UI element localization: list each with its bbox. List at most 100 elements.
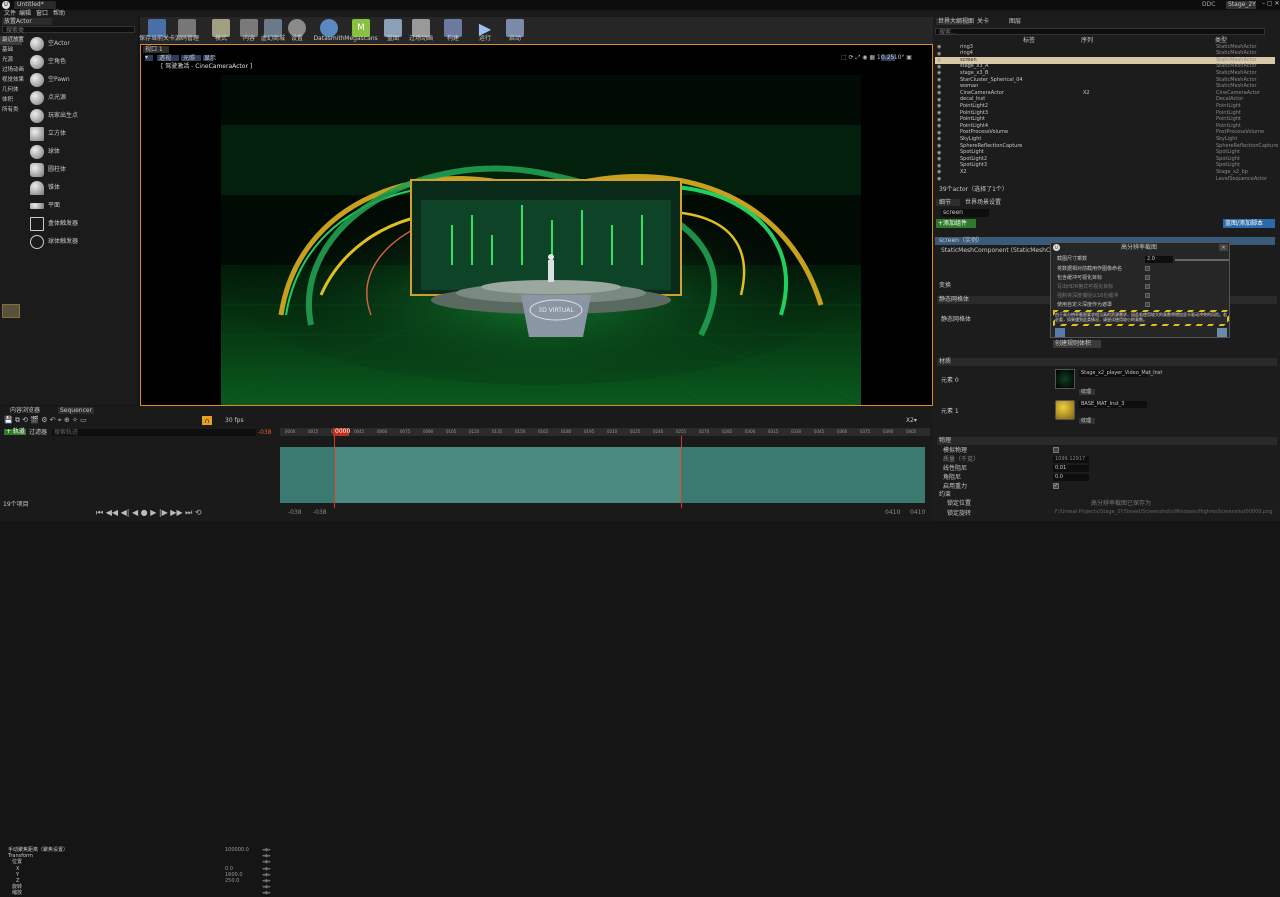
material-1-thumbnail[interactable]	[1055, 400, 1075, 420]
place-item[interactable]: 空Actor	[22, 36, 134, 52]
track-value[interactable]: 100000.0	[225, 848, 249, 853]
lit-button[interactable]: 光照	[181, 55, 201, 62]
viewport-menu-icon[interactable]: ▾	[145, 55, 153, 61]
section-materials[interactable]: 材质	[937, 358, 1277, 366]
category-recent[interactable]: 最近放置	[0, 36, 24, 45]
keyframe-nav-icon[interactable]: ◂◆▸	[262, 866, 271, 872]
option-checkbox[interactable]	[1145, 302, 1150, 307]
tab-world-settings[interactable]: 世界场景设置	[963, 199, 1009, 206]
level-tab[interactable]: Untitled*	[14, 1, 56, 9]
option-checkbox[interactable]	[1145, 284, 1150, 289]
category-visual-effects[interactable]: 视觉效果	[0, 76, 24, 85]
place-item[interactable]: 空角色	[22, 54, 134, 70]
visibility-eye-icon[interactable]: ◉	[937, 77, 941, 83]
track-add-button[interactable]: + 轨道	[4, 429, 26, 435]
level-viewport[interactable]: 视口 1 ▾ 透视 光照 显示 [ 驾驶激活 - CineCameraActor…	[140, 44, 933, 406]
outliner-search-input[interactable]: 搜索...	[935, 28, 1265, 36]
range-start-input[interactable]: -038	[313, 510, 327, 516]
outliner-row[interactable]: ◉ SkyLight SkyLight	[935, 136, 1275, 143]
track-row[interactable]: Y 1600.0 ◂◆▸	[0, 872, 278, 879]
tab-levels[interactable]: 关卡	[975, 18, 995, 25]
range-end-line[interactable]	[681, 436, 682, 508]
visibility-eye-icon[interactable]: ◉	[937, 84, 941, 90]
visibility-eye-icon[interactable]: ◉	[937, 44, 941, 50]
multiplier-slider[interactable]	[1175, 259, 1229, 261]
filter-dropdown[interactable]: 过滤器	[29, 430, 47, 436]
visibility-eye-icon[interactable]: ◉	[937, 123, 941, 129]
take-screenshot-icon[interactable]	[1217, 328, 1227, 337]
outliner-row[interactable]: ◉ stage_x3_B StaticMeshActor	[935, 70, 1275, 77]
class-search-input[interactable]: 搜索类	[2, 26, 135, 34]
window-controls-icon[interactable]: – ▢ ✕	[1262, 1, 1280, 7]
playback-range[interactable]	[335, 447, 681, 503]
material-0-thumbnail[interactable]	[1055, 369, 1075, 389]
place-item[interactable]: 锥体	[22, 180, 134, 196]
category-cinematic[interactable]: 过场动画	[0, 66, 24, 75]
keyframe-nav-icon[interactable]: ◂◆▸	[262, 854, 271, 859]
track-row[interactable]: 位置 ◂◆▸	[0, 860, 278, 866]
visibility-eye-icon[interactable]: ◉	[937, 163, 941, 169]
track-row[interactable]: 缩放 ◂◆▸	[0, 891, 278, 897]
visibility-eye-icon[interactable]: ◉	[937, 130, 941, 136]
range-end[interactable]: 0410	[910, 510, 925, 516]
viewport-tab[interactable]: 视口 1	[143, 46, 169, 53]
visibility-eye-icon[interactable]: ◉	[937, 156, 941, 162]
keyframe-nav-icon[interactable]: ◂◆▸	[262, 872, 271, 878]
track-row[interactable]: Z 250.0 ◂◆▸	[0, 879, 278, 885]
outliner-row[interactable]: ◉ PointLight2 PointLight	[935, 103, 1275, 110]
outliner-row[interactable]: ◉ LevelSequenceActor	[935, 176, 1275, 183]
material-0-value[interactable]: Stage_x2_player_Video_Mat_Inst	[1079, 370, 1162, 377]
keyframe-nav-icon[interactable]: ◂◆▸	[262, 860, 271, 865]
place-item[interactable]: 玩家出生点	[22, 108, 134, 124]
visibility-eye-icon[interactable]: ◉	[937, 57, 941, 63]
sequencer-toolbar-icons[interactable]: 💾 ⧉ ⟲ 🎬 ⚙ ↶ ⌖ ⊕ ✧ ▭	[4, 417, 87, 424]
option-checkbox[interactable]	[1145, 275, 1150, 280]
multiplier-input[interactable]: 2.0	[1145, 256, 1173, 263]
option-checkbox[interactable]	[1145, 266, 1150, 271]
section-constraints[interactable]: 约束	[939, 492, 951, 498]
place-item[interactable]: 圆柱体	[22, 162, 134, 178]
category-volumes[interactable]: 体积	[0, 96, 22, 105]
angular-damping-input[interactable]: 0.0	[1053, 474, 1089, 481]
category-lights[interactable]: 光源	[0, 56, 22, 65]
show-button[interactable]: 显示	[203, 55, 216, 62]
visibility-eye-icon[interactable]: ◉	[937, 117, 941, 123]
visibility-eye-icon[interactable]: ◉	[937, 136, 941, 142]
visibility-eye-icon[interactable]: ◉	[937, 51, 941, 57]
visibility-eye-icon[interactable]: ◉	[937, 169, 941, 175]
keyframe-nav-icon[interactable]: ◂◆▸	[262, 891, 271, 896]
material-1-value[interactable]: BASE_MAT_Inst_3	[1079, 401, 1147, 408]
track-value[interactable]: 250.0	[225, 879, 239, 884]
track-row[interactable]: X 0.0 ◂◆▸	[0, 866, 278, 873]
camera-speed[interactable]: 0.25	[881, 55, 895, 61]
visibility-eye-icon[interactable]: ◉	[937, 90, 941, 96]
place-item[interactable]: 盒体触发器	[22, 216, 134, 232]
category-all-classes[interactable]: 所有类	[0, 106, 22, 115]
enable-gravity-checkbox[interactable]: ✓	[1053, 483, 1059, 489]
material-1-texture-button[interactable]: 纹理	[1079, 418, 1095, 424]
material-0-texture-button[interactable]: 纹理	[1079, 389, 1095, 395]
visibility-eye-icon[interactable]: ◉	[937, 97, 941, 103]
track-value[interactable]: 1600.0	[225, 872, 243, 878]
tab-sequencer[interactable]: Sequencer	[58, 407, 94, 414]
range-start[interactable]: -038	[288, 510, 302, 516]
place-item[interactable]: 平面	[22, 198, 134, 214]
actor-name-input[interactable]: screen	[941, 209, 989, 217]
mass-input[interactable]: 1099.12917	[1053, 456, 1089, 463]
tab-details[interactable]: 细节	[936, 199, 960, 206]
outliner-row[interactable]: ◉ X2 Stage_x2_bp	[935, 169, 1275, 176]
close-icon[interactable]: ✕	[1219, 244, 1228, 251]
visibility-eye-icon[interactable]: ◉	[937, 176, 941, 182]
perspective-button[interactable]: 透视	[157, 55, 179, 62]
track-row[interactable]: 旋转 ◂◆▸	[0, 885, 278, 891]
option-checkbox[interactable]	[1145, 293, 1150, 298]
keyframe-nav-icon[interactable]: ◂◆▸	[262, 848, 271, 853]
visibility-eye-icon[interactable]: ◉	[937, 103, 941, 109]
track-row[interactable]: Transform ◂◆▸	[0, 854, 278, 860]
track-search-input[interactable]: 搜索轨迹	[52, 429, 256, 436]
category-geometry[interactable]: 几何体	[0, 86, 22, 95]
tab-layers[interactable]: 图层	[1007, 18, 1027, 25]
blueprint-button[interactable]: 蓝图/添加脚本	[1223, 219, 1275, 228]
place-item[interactable]: 空Pawn	[22, 72, 134, 88]
visibility-eye-icon[interactable]: ◉	[937, 110, 941, 116]
